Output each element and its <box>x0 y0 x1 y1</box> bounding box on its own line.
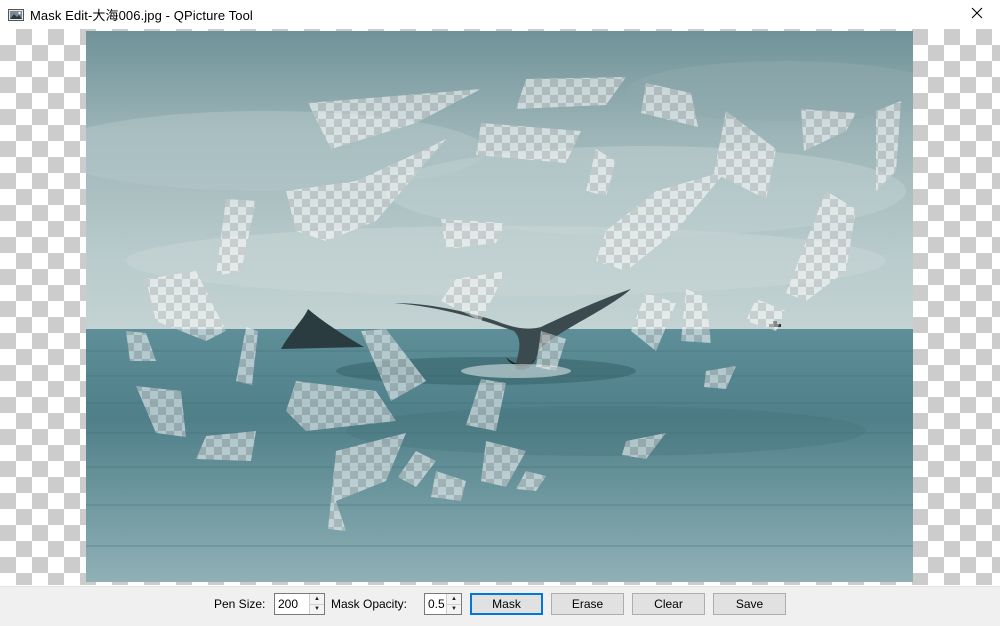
pen-size-value[interactable]: 200 <box>275 594 309 614</box>
erase-button[interactable]: Erase <box>551 593 624 615</box>
mask-button[interactable]: Mask <box>470 593 543 615</box>
spin-up-arrow-icon[interactable]: ▲ <box>447 594 461 604</box>
pen-size-spinbox[interactable]: 200 ▲ ▼ <box>274 593 325 615</box>
close-icon <box>971 6 983 24</box>
mask-opacity-label: Mask Opacity: <box>331 597 408 611</box>
mask-toolbar: Pen Size: 200 ▲ ▼ Mask Opacity: 0.5 ▲ ▼ … <box>0 586 1000 626</box>
spin-up-arrow-icon[interactable]: ▲ <box>310 594 324 604</box>
ocean-whale-tail-photo[interactable] <box>86 31 913 582</box>
mask-opacity-spinbox[interactable]: 0.5 ▲ ▼ <box>424 593 462 615</box>
mask-opacity-value[interactable]: 0.5 <box>425 594 446 614</box>
title-bar[interactable]: Mask Edit-大海006.jpg - QPicture Tool <box>0 0 1000 29</box>
mask-opacity-spin-arrows: ▲ ▼ <box>446 594 461 614</box>
save-button[interactable]: Save <box>713 593 786 615</box>
spin-down-arrow-icon[interactable]: ▼ <box>310 603 324 614</box>
clear-button[interactable]: Clear <box>632 593 705 615</box>
mask-edit-window: Mask Edit-大海006.jpg - QPicture Tool Pen … <box>0 0 1000 626</box>
spin-down-arrow-icon[interactable]: ▼ <box>447 603 461 614</box>
window-title: Mask Edit-大海006.jpg - QPicture Tool <box>30 8 253 23</box>
mask-canvas[interactable] <box>0 29 1000 585</box>
picture-app-icon <box>8 7 24 23</box>
close-button[interactable] <box>954 0 1000 29</box>
pen-size-spin-arrows: ▲ ▼ <box>309 594 324 614</box>
pen-size-label: Pen Size: <box>214 597 266 611</box>
